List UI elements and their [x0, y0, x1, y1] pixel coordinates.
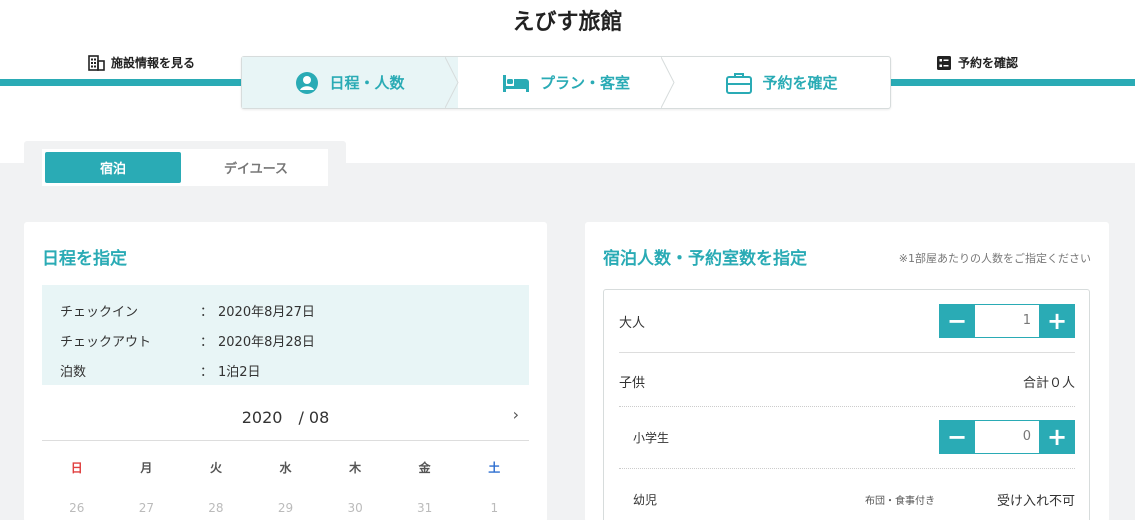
calendar-week-row: 26 27 28 29 30 31 1	[42, 501, 529, 515]
nights-label: 泊数	[60, 364, 87, 380]
stay-type-tabs: 宿泊 デイユース	[42, 149, 328, 186]
calendar-day: 30	[347, 501, 363, 515]
weekday-tue: 火	[209, 461, 222, 475]
step-divider	[661, 57, 675, 108]
row-divider	[619, 468, 1075, 469]
adult-decrement-button[interactable]: −	[939, 304, 975, 338]
child-row: 子供 合計０人	[619, 364, 1075, 398]
child-total: 合計０人	[1022, 375, 1075, 391]
booking-stepper: 日程・人数 プラン・客室 予約を確定	[241, 56, 891, 109]
facility-info-label: 施設情報を見る	[111, 56, 196, 70]
next-month-button[interactable]: ›	[513, 405, 519, 424]
elementary-stepper: − 0 +	[939, 420, 1075, 454]
stay-summary: チェックイン ： 2020年8月27日 チェックアウト ： 2020年8月28日…	[42, 285, 529, 385]
checkout-value: 2020年8月28日	[218, 334, 315, 350]
adult-row: 大人 − 1 +	[619, 303, 1075, 339]
facility-info-link[interactable]: 施設情報を見る	[88, 54, 195, 71]
calendar-day: 29	[277, 501, 294, 515]
guests-card: 宿泊人数・予約室数を指定 ※1部屋あたりの人数をご指定ください 大人 − 1 +…	[585, 222, 1109, 520]
adult-label: 大人	[619, 315, 646, 331]
schedule-card: 日程を指定 チェックイン ： 2020年8月27日 チェックアウト ： 2020…	[24, 222, 547, 520]
calendar-day: 27	[138, 501, 154, 515]
guests-title: 宿泊人数・予約室数を指定	[603, 249, 807, 269]
elementary-count-input[interactable]: 0	[975, 420, 1039, 454]
elementary-decrement-button[interactable]: −	[939, 420, 975, 454]
confirm-reservation-label: 予約を確認	[958, 56, 1019, 70]
adult-stepper: − 1 +	[939, 304, 1075, 338]
header-accent-line-left	[0, 79, 242, 86]
checkin-value: 2020年8月27日	[218, 304, 315, 320]
checkin-row: チェックイン ： 2020年8月27日	[60, 295, 511, 325]
checkout-row: チェックアウト ： 2020年8月28日	[60, 325, 511, 355]
weekday-sat: 土	[488, 461, 501, 475]
elementary-row: 小学生 − 0 +	[619, 420, 1075, 454]
checkout-label: チェックアウト	[60, 334, 152, 350]
guests-note: ※1部屋あたりの人数をご指定ください	[898, 252, 1091, 265]
schedule-title: 日程を指定	[42, 249, 127, 269]
child-label: 子供	[619, 375, 646, 391]
step-confirm-label: 予約を確定	[762, 74, 838, 92]
list-icon	[937, 55, 951, 70]
tab-stay[interactable]: 宿泊	[45, 152, 181, 183]
briefcase-icon	[726, 72, 753, 94]
step-schedule-label: 日程・人数	[329, 74, 405, 92]
weekday-mon: 月	[140, 461, 153, 475]
tab-dayuse[interactable]: デイユース	[187, 152, 325, 183]
elementary-label: 小学生	[633, 430, 670, 445]
guest-count-box: 大人 − 1 + 子供 合計０人 小学生 − 0 + 幼児 布団・食事付き 受け…	[603, 289, 1090, 520]
site-title: えびす旅館	[512, 10, 623, 35]
calendar-day: 31	[417, 501, 433, 515]
checkin-colon: ：	[200, 304, 214, 320]
user-circle-icon	[296, 71, 319, 94]
step-schedule[interactable]: 日程・人数	[242, 57, 459, 108]
calendar-month: 2020 / 08	[241, 408, 330, 427]
weekday-thu: 木	[349, 461, 362, 475]
nights-row: 泊数 ： 1泊2日	[60, 355, 511, 385]
bed-icon	[502, 74, 529, 92]
step-plan-room[interactable]: プラン・客室	[458, 57, 675, 108]
building-icon	[88, 54, 105, 71]
adult-increment-button[interactable]: +	[1039, 304, 1075, 338]
calendar-day: 28	[208, 501, 224, 515]
header-accent-line-right	[890, 79, 1135, 86]
step-plan-room-label: プラン・客室	[539, 74, 630, 92]
infant-label: 幼児	[633, 492, 658, 507]
step-divider	[445, 57, 459, 108]
nights-colon: ：	[200, 364, 214, 380]
confirm-reservation-link[interactable]: 予約を確認	[936, 54, 1018, 71]
nights-value: 1泊2日	[218, 364, 261, 380]
infant-row: 幼児 布団・食事付き 受け入れ不可	[619, 482, 1075, 516]
row-divider	[619, 406, 1075, 407]
weekday-wed: 水	[279, 461, 292, 475]
elementary-increment-button[interactable]: +	[1039, 420, 1075, 454]
infant-status: 受け入れ不可	[996, 493, 1075, 509]
calendar-day: 1	[490, 501, 499, 515]
calendar-day: 26	[69, 501, 85, 515]
checkin-label: チェックイン	[60, 304, 139, 320]
calendar-divider	[42, 440, 529, 441]
weekday-sun: 日	[70, 461, 83, 475]
row-divider	[619, 352, 1075, 353]
step-confirm[interactable]: 予約を確定	[674, 57, 890, 108]
infant-note: 布団・食事付き	[864, 495, 935, 507]
adult-count-input[interactable]: 1	[975, 304, 1039, 338]
checkout-colon: ：	[200, 334, 214, 350]
calendar-weekdays: 日 月 火 水 木 金 土	[42, 459, 529, 476]
weekday-fri: 金	[418, 461, 431, 475]
